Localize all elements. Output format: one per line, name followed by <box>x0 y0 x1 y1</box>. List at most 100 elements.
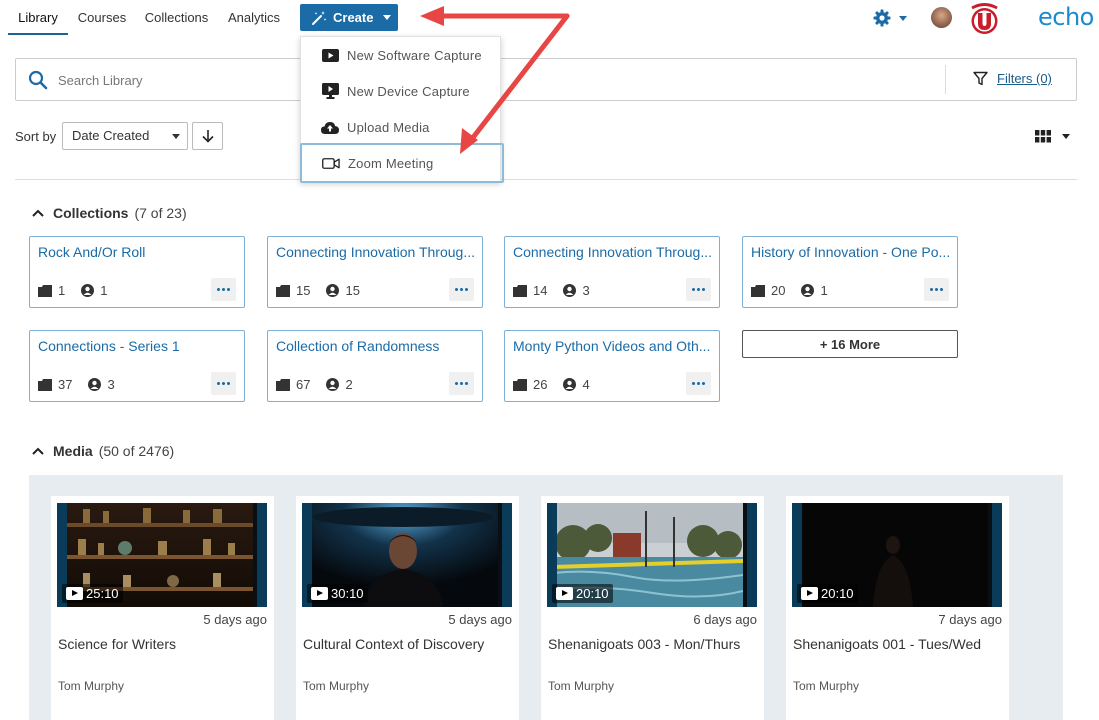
media-count: 37 <box>58 377 73 392</box>
menu-item-new-device-capture[interactable]: New Device Capture <box>301 73 502 109</box>
more-options-button[interactable] <box>924 278 949 301</box>
upload-age: 7 days ago <box>938 612 1002 627</box>
collections-title: Collections <box>53 205 129 221</box>
duration-badge: 20:10 <box>552 584 613 603</box>
video-camera-icon <box>322 155 340 171</box>
chevron-down-icon <box>899 16 907 21</box>
video-thumbnail[interactable]: 25:10 <box>57 503 267 607</box>
collection-card[interactable]: Connecting Innovation Throug... 15 15 <box>267 236 483 308</box>
create-button[interactable]: Create <box>300 4 398 31</box>
more-collections-button[interactable]: + 16 More <box>742 330 958 358</box>
menu-item-label: Upload Media <box>347 119 430 135</box>
media-title[interactable]: Cultural Context of Discovery <box>303 636 484 652</box>
media-author: Tom Murphy <box>58 679 125 693</box>
collections-section-toggle[interactable]: Collections (7 of 23) <box>32 205 187 221</box>
filters-label: Filters (0) <box>997 71 1052 86</box>
sort-direction-button[interactable] <box>192 122 223 150</box>
chevron-down-icon <box>383 15 391 20</box>
media-count: 67 <box>296 377 311 392</box>
collection-stats: 1 1 <box>38 283 107 298</box>
menu-item-upload-media[interactable]: Upload Media <box>301 109 502 145</box>
video-thumbnail[interactable]: 20:10 <box>547 503 757 607</box>
user-count: 1 <box>820 283 828 298</box>
gear-icon <box>873 9 891 27</box>
media-title[interactable]: Science for Writers <box>58 636 176 652</box>
tab-courses[interactable]: Courses <box>72 0 132 35</box>
video-thumbnail[interactable]: 30:10 <box>302 503 512 607</box>
sort-select-value: Date Created <box>72 128 150 143</box>
grid-view-icon <box>1035 130 1051 143</box>
media-card[interactable]: 30:10 5 days ago Cultural Context of Dis… <box>296 496 519 720</box>
media-section-toggle[interactable]: Media (50 of 2476) <box>32 443 174 459</box>
collection-card[interactable]: History of Innovation - One Po... 20 1 <box>742 236 958 308</box>
sort-select[interactable]: Date Created <box>62 122 188 150</box>
avatar[interactable] <box>931 7 952 28</box>
media-author: Tom Murphy <box>793 679 860 693</box>
user-count: 2 <box>345 377 353 392</box>
collection-card[interactable]: Connections - Series 1 37 3 <box>29 330 245 402</box>
duration: 20:10 <box>821 586 854 601</box>
duration: 30:10 <box>331 586 364 601</box>
play-icon <box>801 587 818 600</box>
collection-card[interactable]: Rock And/Or Roll 1 1 <box>29 236 245 308</box>
menu-item-zoom-meeting[interactable]: Zoom Meeting <box>300 143 504 183</box>
thumbnail-border <box>747 503 757 607</box>
chevron-down-icon <box>1062 134 1070 139</box>
collections-count: (7 of 23) <box>134 205 187 221</box>
user-count: 3 <box>582 283 590 298</box>
duration-badge: 30:10 <box>307 584 368 603</box>
menu-item-new-software-capture[interactable]: New Software Capture <box>301 37 502 73</box>
settings-menu[interactable] <box>872 8 912 28</box>
user-icon <box>563 284 577 297</box>
user-icon <box>81 284 95 297</box>
upload-age: 5 days ago <box>203 612 267 627</box>
more-options-button[interactable] <box>211 372 236 395</box>
more-options-button[interactable] <box>449 278 474 301</box>
cloud-upload-icon <box>321 119 339 135</box>
user-icon <box>801 284 815 297</box>
collection-card[interactable]: Connecting Innovation Throug... 14 3 <box>504 236 720 308</box>
create-menu: New Software Capture New Device Capture … <box>300 36 504 183</box>
top-nav: Library Courses Collections Analytics Cr… <box>0 0 1099 36</box>
chevron-up-icon <box>32 447 44 455</box>
media-count-icon <box>513 284 527 297</box>
view-toggle[interactable] <box>1035 129 1075 145</box>
collection-card[interactable]: Monty Python Videos and Oth... 26 4 <box>504 330 720 402</box>
media-count-icon <box>276 378 290 391</box>
tab-library[interactable]: Library <box>8 0 68 35</box>
video-thumbnail[interactable]: 20:10 <box>792 503 1002 607</box>
media-title[interactable]: Shenanigoats 003 - Mon/Thurs <box>548 636 740 652</box>
collection-stats: 37 3 <box>38 377 115 392</box>
duration-badge: 20:10 <box>797 584 858 603</box>
divider <box>15 179 1077 180</box>
chevron-down-icon <box>172 134 180 139</box>
media-count: 15 <box>296 283 311 298</box>
user-icon <box>563 378 577 391</box>
media-card[interactable]: 20:10 6 days ago Shenanigoats 003 - Mon/… <box>541 496 764 720</box>
more-options-button[interactable] <box>211 278 236 301</box>
more-options-button[interactable] <box>686 278 711 301</box>
media-count: 20 <box>771 283 786 298</box>
tab-collections[interactable]: Collections <box>140 0 213 35</box>
play-icon <box>311 587 328 600</box>
user-icon <box>326 378 340 391</box>
media-card[interactable]: 25:10 5 days ago Science for Writers Tom… <box>51 496 274 720</box>
upload-age: 6 days ago <box>693 612 757 627</box>
more-options-button[interactable] <box>449 372 474 395</box>
echo-logo: echo <box>1038 3 1094 31</box>
search-divider <box>945 65 946 94</box>
media-card[interactable]: 20:10 7 days ago Shenanigoats 001 - Tues… <box>786 496 1009 720</box>
collection-stats: 20 1 <box>751 283 828 298</box>
play-icon <box>556 587 573 600</box>
collection-card[interactable]: Collection of Randomness 67 2 <box>267 330 483 402</box>
play-icon <box>66 587 83 600</box>
magic-wand-icon <box>312 10 327 25</box>
thumbnail-border <box>502 503 512 607</box>
media-title[interactable]: Shenanigoats 001 - Tues/Wed <box>793 636 981 652</box>
filters-button[interactable]: Filters (0) <box>973 71 1052 86</box>
menu-item-label: New Software Capture <box>347 47 482 63</box>
more-options-button[interactable] <box>686 372 711 395</box>
menu-item-label: Zoom Meeting <box>348 155 434 171</box>
collection-title: Connecting Innovation Throug... <box>513 244 712 260</box>
tab-analytics[interactable]: Analytics <box>224 0 284 35</box>
